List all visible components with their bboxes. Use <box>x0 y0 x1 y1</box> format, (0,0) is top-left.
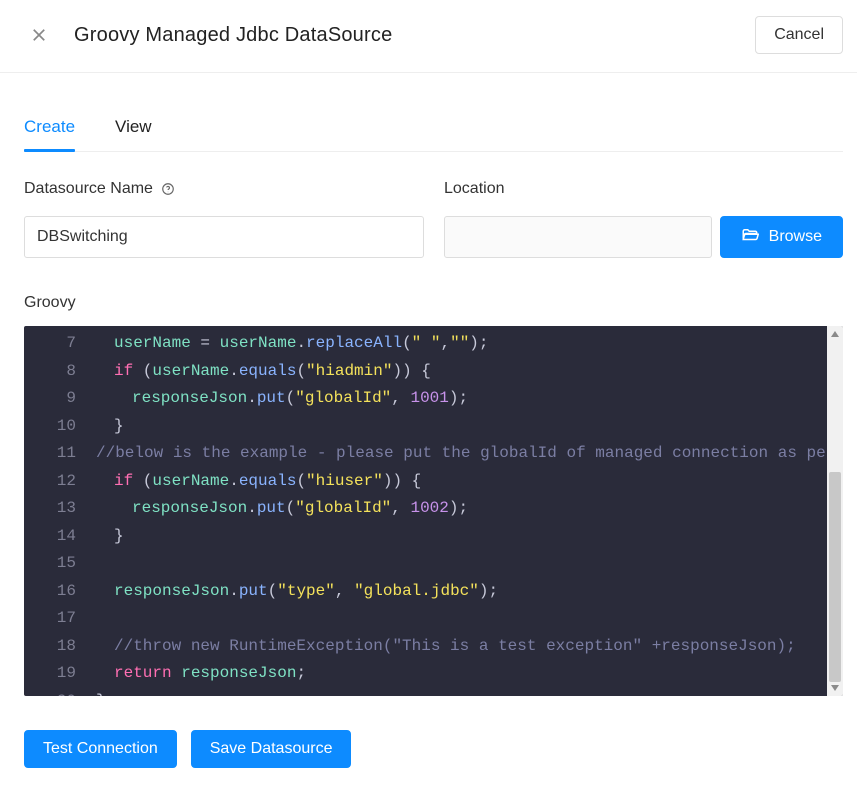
code-line[interactable]: responseJson.put("type", "global.jdbc"); <box>96 578 843 606</box>
form-row: Datasource Name Location Browse <box>24 180 843 258</box>
code-line[interactable]: userName = userName.replaceAll(" ",""); <box>96 330 843 358</box>
code-line[interactable]: //below is the example - please put the … <box>96 440 843 468</box>
header-left: Groovy Managed Jdbc DataSource <box>30 24 392 47</box>
scroll-thumb[interactable] <box>829 472 841 682</box>
datasource-name-input[interactable] <box>24 216 424 258</box>
cancel-button[interactable]: Cancel <box>755 16 843 54</box>
label-text: Location <box>444 180 505 198</box>
code-line[interactable] <box>96 550 843 578</box>
tab-create[interactable]: Create <box>24 109 75 151</box>
line-number: 11 <box>24 440 76 468</box>
line-number: 10 <box>24 413 76 441</box>
scroll-down-icon[interactable] <box>827 680 843 696</box>
location-input[interactable] <box>444 216 712 258</box>
location-row: Browse <box>444 216 843 258</box>
code-line[interactable]: } <box>96 688 843 697</box>
code-line[interactable]: responseJson.put("globalId", 1002); <box>96 495 843 523</box>
location-label: Location <box>444 180 843 198</box>
code-line[interactable] <box>96 605 843 633</box>
groovy-label: Groovy <box>24 294 843 312</box>
line-number: 14 <box>24 523 76 551</box>
code-line[interactable]: } <box>96 523 843 551</box>
code-line[interactable]: if (userName.equals("hiuser")) { <box>96 468 843 496</box>
code-editor[interactable]: 7891011121314151617181920 userName = use… <box>24 326 843 696</box>
tabs: Create View <box>24 109 843 152</box>
scroll-track[interactable] <box>827 342 843 680</box>
line-number: 12 <box>24 468 76 496</box>
editor-scrollbar[interactable] <box>827 326 843 696</box>
save-datasource-button[interactable]: Save Datasource <box>191 730 352 768</box>
tab-view[interactable]: View <box>115 109 152 151</box>
footer-actions: Test Connection Save Datasource <box>24 730 843 768</box>
field-datasource-name: Datasource Name <box>24 180 424 258</box>
page-title: Groovy Managed Jdbc DataSource <box>74 24 392 47</box>
code-line[interactable]: return responseJson; <box>96 660 843 688</box>
line-number: 9 <box>24 385 76 413</box>
code-line[interactable]: //throw new RuntimeException("This is a … <box>96 633 843 661</box>
editor-gutter: 7891011121314151617181920 <box>24 326 86 696</box>
line-number: 15 <box>24 550 76 578</box>
line-number: 19 <box>24 660 76 688</box>
label-text: Datasource Name <box>24 180 153 198</box>
line-number: 8 <box>24 358 76 386</box>
folder-open-icon <box>741 226 759 249</box>
code-line[interactable]: if (userName.equals("hiadmin")) { <box>96 358 843 386</box>
editor-code[interactable]: userName = userName.replaceAll(" ","");i… <box>86 326 843 696</box>
line-number: 13 <box>24 495 76 523</box>
line-number: 20 <box>24 688 76 697</box>
datasource-name-label: Datasource Name <box>24 180 424 198</box>
browse-label: Browse <box>769 228 822 246</box>
modal-header: Groovy Managed Jdbc DataSource Cancel <box>0 0 857 73</box>
code-line[interactable]: } <box>96 413 843 441</box>
field-location: Location Browse <box>444 180 843 258</box>
content: Create View Datasource Name Location <box>0 73 857 802</box>
browse-button[interactable]: Browse <box>720 216 843 258</box>
code-line[interactable]: responseJson.put("globalId", 1001); <box>96 385 843 413</box>
scroll-up-icon[interactable] <box>827 326 843 342</box>
line-number: 7 <box>24 330 76 358</box>
line-number: 17 <box>24 605 76 633</box>
close-icon[interactable] <box>30 26 48 44</box>
test-connection-button[interactable]: Test Connection <box>24 730 177 768</box>
help-icon[interactable] <box>161 182 175 196</box>
line-number: 16 <box>24 578 76 606</box>
line-number: 18 <box>24 633 76 661</box>
